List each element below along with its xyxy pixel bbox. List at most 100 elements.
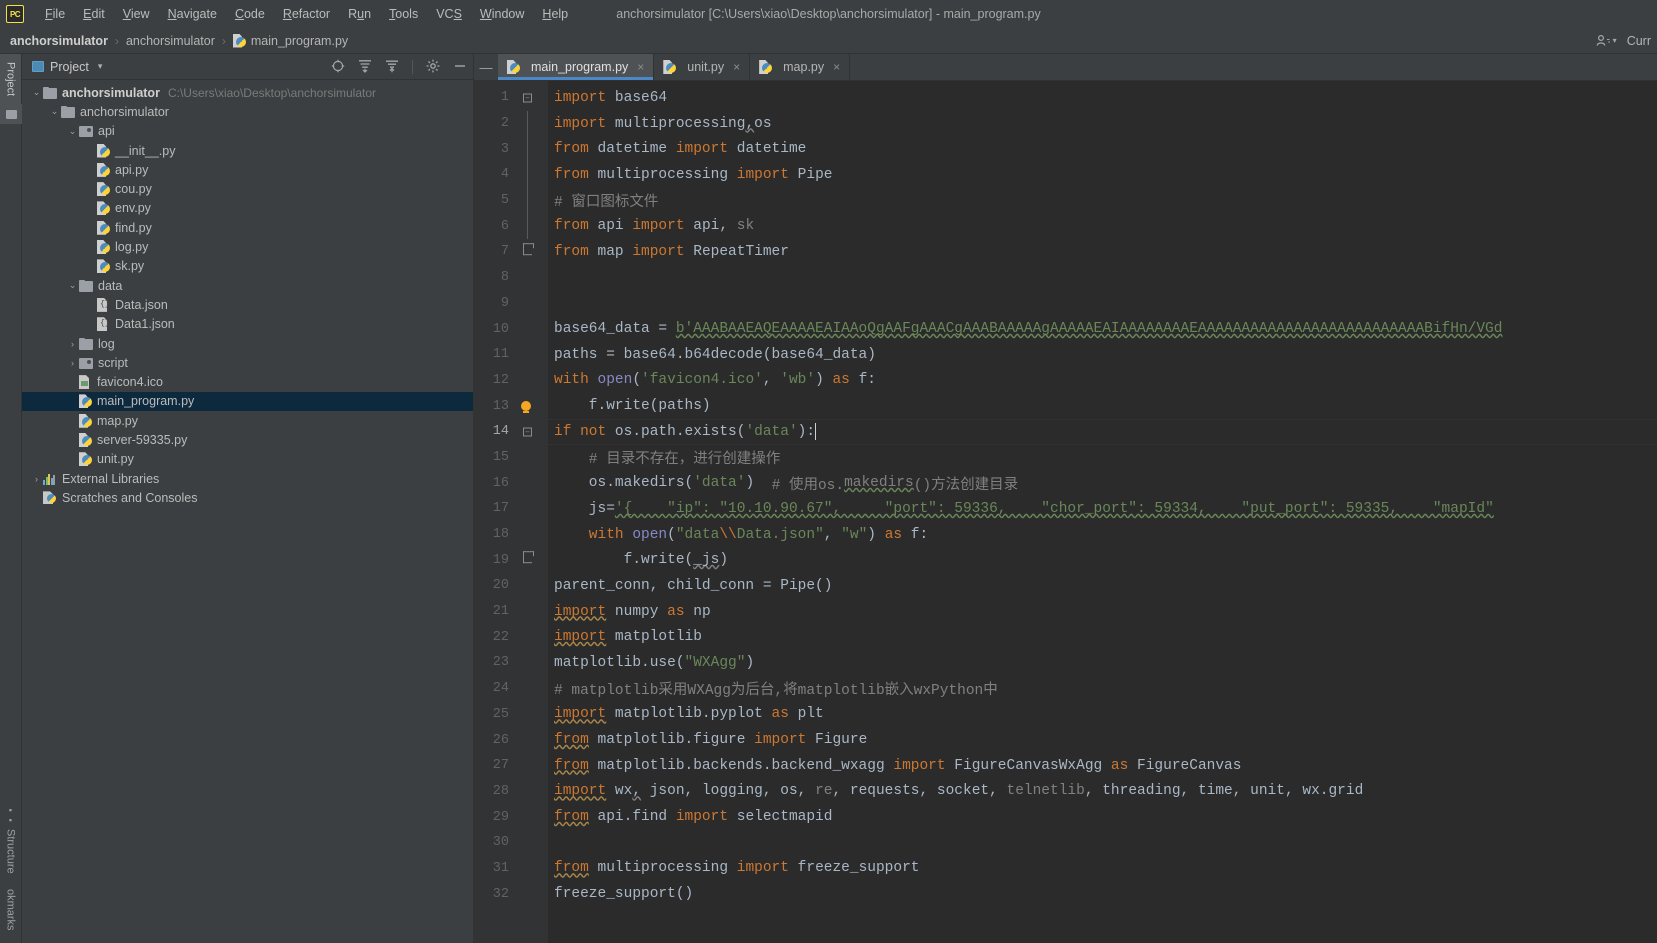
gutter-line-21[interactable]: 21	[474, 599, 548, 625]
gutter-marker[interactable]	[512, 445, 546, 471]
gutter-marker[interactable]	[512, 393, 546, 419]
tree-item-env-py[interactable]: env.py	[22, 199, 473, 218]
gutter-line-8[interactable]: 8	[474, 265, 548, 291]
gutter-line-11[interactable]: 11	[474, 342, 548, 368]
gutter-line-26[interactable]: 26	[474, 727, 548, 753]
code-line-32[interactable]: freeze_support()	[548, 881, 1657, 907]
gutter-marker[interactable]	[512, 804, 546, 830]
select-opened-file-icon[interactable]	[331, 59, 345, 75]
expand-all-icon[interactable]	[358, 59, 372, 75]
gutter-marker[interactable]: −	[512, 85, 546, 111]
gutter-line-19[interactable]: 19	[474, 547, 548, 573]
gutter-line-24[interactable]: 24	[474, 676, 548, 702]
menu-item-window[interactable]: Window	[471, 4, 533, 24]
gutter-marker[interactable]	[512, 265, 546, 291]
gutter-line-2[interactable]: 2	[474, 110, 548, 137]
code-line-15[interactable]: # 目录不存在，进行创建操作	[548, 445, 1657, 471]
editor-tab-unit-py[interactable]: unit.py ×	[654, 54, 751, 80]
gutter-marker[interactable]	[512, 470, 546, 496]
code-line-1[interactable]: import base64	[548, 85, 1657, 111]
code-line-5[interactable]: # 窗口图标文件	[548, 188, 1657, 214]
editor-tab-main-program-py[interactable]: main_program.py ×	[498, 54, 655, 80]
code-line-21[interactable]: import numpy as np	[548, 599, 1657, 625]
tree-item-map-py[interactable]: map.py	[22, 411, 473, 430]
gutter-line-5[interactable]: 5	[474, 187, 548, 214]
gutter-line-1[interactable]: 1−	[474, 85, 548, 111]
gutter-marker[interactable]	[512, 522, 546, 548]
gutter-line-7[interactable]: 7	[474, 239, 548, 265]
project-view-chevron-down-icon[interactable]: ▾	[98, 61, 103, 72]
menu-item-edit[interactable]: Edit	[74, 4, 114, 24]
code-line-6[interactable]: from api import api, sk	[548, 213, 1657, 239]
gutter-marker[interactable]	[512, 342, 546, 368]
gutter-line-25[interactable]: 25	[474, 702, 548, 728]
code-line-29[interactable]: from api.find import selectmapid	[548, 804, 1657, 830]
breadcrumb-item-2[interactable]: main_program.py	[233, 34, 348, 48]
gutter-marker[interactable]	[512, 702, 546, 728]
code-line-9[interactable]	[548, 291, 1657, 317]
tree-item-anchorsimulator[interactable]: ⌄ anchorsimulator	[22, 102, 473, 121]
code-line-27[interactable]: from matplotlib.backends.backend_wxagg i…	[548, 753, 1657, 779]
gutter-marker[interactable]	[512, 830, 546, 856]
code-line-25[interactable]: import matplotlib.pyplot as plt	[548, 702, 1657, 728]
editor-gutter[interactable]: 1−2 3 4 5 6 7 8 9 10 11 12 13 14−15 16 17 18 19 20 21 22 23 2…	[474, 81, 548, 943]
gutter-marker[interactable]	[512, 368, 546, 394]
chevron-right-icon[interactable]: ›	[66, 358, 79, 368]
menu-item-view[interactable]: View	[114, 4, 159, 24]
gutter-marker[interactable]	[512, 753, 546, 779]
gutter-marker[interactable]	[512, 650, 546, 676]
gutter-line-32[interactable]: 32	[474, 881, 548, 907]
hide-panel-icon[interactable]	[453, 59, 467, 75]
code-line-4[interactable]: from multiprocessing import Pipe	[548, 162, 1657, 188]
gutter-line-16[interactable]: 16	[474, 470, 548, 496]
gutter-marker[interactable]: −	[512, 419, 546, 445]
gutter-line-20[interactable]: 20	[474, 573, 548, 599]
code-line-7[interactable]: from map import RepeatTimer	[548, 239, 1657, 265]
tree-item-favicon4-ico[interactable]: favicon4.ico	[22, 372, 473, 391]
code-line-22[interactable]: import matplotlib	[548, 624, 1657, 650]
intention-bulb-icon[interactable]	[521, 401, 531, 414]
gutter-line-28[interactable]: 28	[474, 779, 548, 805]
gutter-marker[interactable]	[512, 110, 546, 137]
gutter-marker[interactable]	[512, 136, 546, 163]
gutter-marker[interactable]	[512, 676, 546, 702]
gutter-marker[interactable]	[512, 239, 546, 265]
code-line-13[interactable]: f.write(paths)	[548, 393, 1657, 419]
gutter-marker[interactable]	[512, 624, 546, 650]
tree-item-find-py[interactable]: find.py	[22, 218, 473, 237]
gutter-marker[interactable]	[512, 162, 546, 188]
gutter-marker[interactable]	[512, 316, 546, 342]
tree-item-cou-py[interactable]: cou.py	[22, 179, 473, 198]
tree-item-scratches-and-consoles[interactable]: Scratches and Consoles	[22, 488, 473, 507]
close-icon[interactable]: ×	[833, 60, 840, 74]
editor-code-lines[interactable]: import base64 import multiprocessing, os fr…	[548, 81, 1657, 943]
gutter-line-10[interactable]: 10	[474, 316, 548, 342]
tree-item-data[interactable]: ⌄ data	[22, 276, 473, 295]
fold-region-end-icon[interactable]	[523, 243, 534, 256]
tool-button-folder-icon[interactable]	[0, 104, 22, 125]
tree-item-unit-py[interactable]: unit.py	[22, 450, 473, 469]
gutter-line-13[interactable]: 13	[474, 393, 548, 419]
tree-item-data1-json[interactable]: Data1.json	[22, 315, 473, 334]
menu-item-navigate[interactable]: Navigate	[159, 4, 226, 24]
collapse-all-icon[interactable]	[385, 59, 399, 75]
tree-item-script[interactable]: › script	[22, 353, 473, 372]
code-editor[interactable]: 1−2 3 4 5 6 7 8 9 10 11 12 13 14−15 16 17 18 19 20 21 22 23 2…	[474, 81, 1657, 943]
gutter-line-30[interactable]: 30	[474, 830, 548, 856]
close-icon[interactable]: ×	[733, 60, 740, 74]
gutter-marker[interactable]	[512, 856, 546, 882]
code-line-3[interactable]: from datetime import datetime	[548, 136, 1657, 162]
fold-collapse-icon[interactable]: −	[523, 93, 532, 103]
gutter-marker[interactable]	[512, 599, 546, 625]
tool-button-project[interactable]: Project	[0, 54, 21, 105]
code-line-11[interactable]: paths = base64.b64decode(base64_data)	[548, 342, 1657, 368]
menu-item-help[interactable]: Help	[533, 4, 577, 24]
breadcrumb-item-1[interactable]: anchorsimulator	[126, 34, 215, 48]
tool-button-structure[interactable]: ▪▪ Structure	[0, 797, 21, 882]
fold-region-end-icon[interactable]	[523, 551, 534, 564]
tree-item-log[interactable]: › log	[22, 334, 473, 353]
gutter-line-4[interactable]: 4	[474, 162, 548, 188]
tree-item-external-libraries[interactable]: › External Libraries	[22, 469, 473, 488]
gutter-marker[interactable]	[512, 779, 546, 805]
chevron-right-icon[interactable]: ›	[66, 339, 79, 349]
